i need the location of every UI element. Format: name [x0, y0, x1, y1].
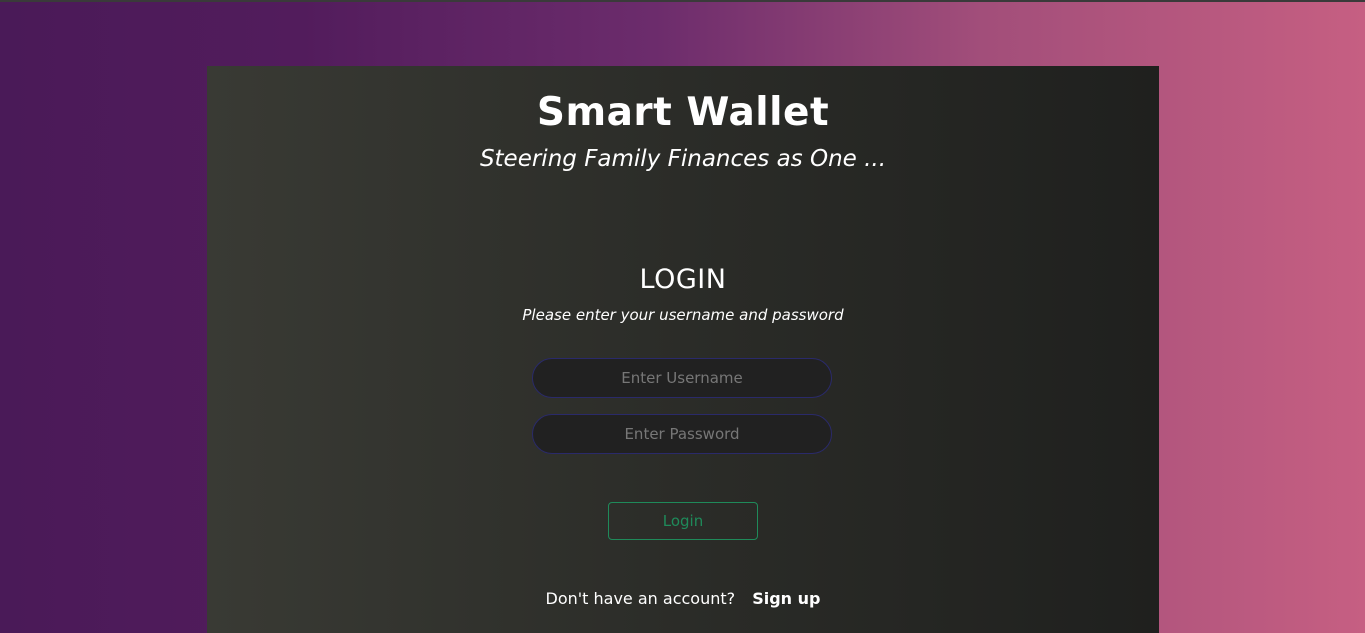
app-tagline: Steering Family Finances as One ...	[479, 146, 887, 172]
login-heading: LOGIN	[639, 264, 727, 295]
signup-link[interactable]: Sign up	[752, 589, 820, 608]
app-title: Smart Wallet	[536, 90, 830, 135]
login-instructions: Please enter your username and password	[522, 306, 844, 324]
signup-row: Don't have an account? Sign up	[207, 589, 1159, 608]
window-top-border	[0, 0, 1365, 2]
password-input[interactable]	[532, 414, 832, 454]
signup-prompt: Don't have an account?	[545, 589, 736, 608]
login-card: Smart Wallet Steering Family Finances as…	[207, 66, 1159, 633]
login-button[interactable]: Login	[608, 502, 758, 540]
username-input[interactable]	[532, 358, 832, 398]
